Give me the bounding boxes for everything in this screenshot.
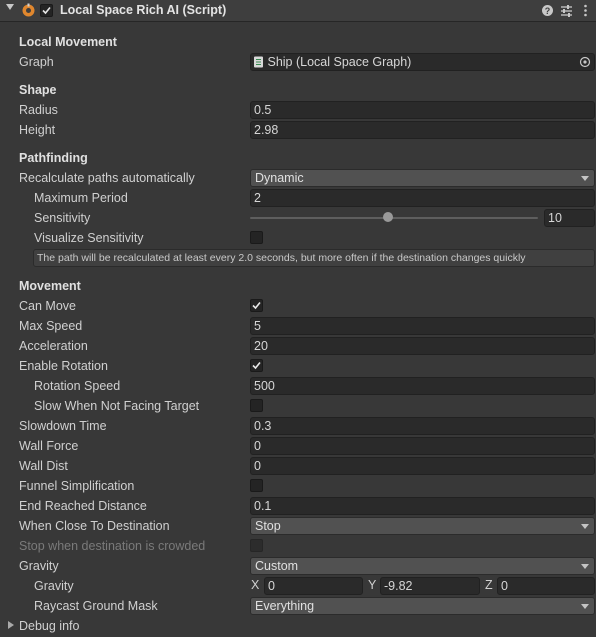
slow-not-facing-checkbox[interactable] — [250, 399, 263, 412]
raycast-ground-mask-dropdown[interactable]: Everything — [250, 597, 595, 615]
section-movement: Movement — [19, 279, 81, 293]
gravity-z-field[interactable]: 0 — [497, 577, 595, 595]
dropdown-arrow-icon — [581, 604, 589, 609]
help-box: The path will be recalculated at least e… — [33, 249, 595, 267]
graph-object-field[interactable]: Ship (Local Space Graph) — [250, 53, 595, 71]
wall-dist-label: Wall Dist — [19, 459, 68, 473]
slow-not-facing-label: Slow When Not Facing Target — [34, 399, 200, 413]
gravity-mode-value: Custom — [255, 559, 299, 573]
presets-icon[interactable] — [560, 4, 573, 17]
can-move-label: Can Move — [19, 299, 76, 313]
sensitivity-slider-track[interactable] — [250, 217, 538, 219]
visualize-sensitivity-label: Visualize Sensitivity — [34, 231, 144, 245]
recalculate-label: Recalculate paths automatically — [19, 171, 195, 185]
visualize-sensitivity-checkbox[interactable] — [250, 231, 263, 244]
sensitivity-label: Sensitivity — [34, 211, 91, 225]
section-pathfinding: Pathfinding — [19, 151, 88, 165]
gravity-mode-label: Gravity — [19, 559, 59, 573]
slowdown-time-label: Slowdown Time — [19, 419, 107, 433]
end-reached-distance-label: End Reached Distance — [19, 499, 147, 513]
can-move-checkbox[interactable] — [250, 299, 263, 312]
section-shape: Shape — [19, 83, 57, 97]
funnel-simplification-checkbox[interactable] — [250, 479, 263, 492]
gravity-y-field[interactable]: -9.82 — [380, 577, 480, 595]
stop-when-crowded-label: Stop when destination is crowded — [19, 539, 206, 553]
maximum-period-field[interactable]: 2 — [250, 189, 595, 207]
wall-dist-field[interactable]: 0 — [250, 457, 595, 475]
foldout-arrow-icon[interactable] — [6, 4, 14, 10]
enable-rotation-label: Enable Rotation — [19, 359, 108, 373]
svg-text:?: ? — [545, 6, 551, 16]
height-label: Height — [19, 123, 56, 137]
section-local-movement: Local Movement — [19, 35, 117, 49]
wall-force-label: Wall Force — [19, 439, 79, 453]
debug-foldout-icon[interactable] — [8, 621, 14, 629]
dropdown-arrow-icon — [581, 564, 589, 569]
dropdown-arrow-icon — [581, 524, 589, 529]
sensitivity-slider-thumb[interactable] — [383, 212, 393, 222]
help-icon[interactable]: ? — [541, 4, 554, 17]
recalculate-value: Dynamic — [255, 171, 304, 185]
maximum-period-label: Maximum Period — [34, 191, 128, 205]
debug-info-foldout[interactable]: Debug info — [19, 619, 79, 633]
component-enabled-checkbox[interactable] — [40, 4, 53, 17]
radius-field[interactable]: 0.5 — [250, 101, 595, 119]
dropdown-arrow-icon — [581, 176, 589, 181]
raycast-ground-mask-value: Everything — [255, 599, 315, 613]
gravity-vector-label: Gravity — [34, 579, 74, 593]
slowdown-time-field[interactable]: 0.3 — [250, 417, 595, 435]
recalculate-dropdown[interactable]: Dynamic — [250, 169, 595, 187]
height-field[interactable]: 2.98 — [250, 121, 595, 139]
enable-rotation-checkbox[interactable] — [250, 359, 263, 372]
gravity-y-label: Y — [368, 578, 377, 592]
gravity-x-label: X — [251, 578, 260, 592]
close-to-destination-label: When Close To Destination — [19, 519, 170, 533]
close-to-destination-dropdown[interactable]: Stop — [250, 517, 595, 535]
gravity-mode-dropdown[interactable]: Custom — [250, 557, 595, 575]
script-component-icon — [22, 3, 35, 17]
rotation-speed-label: Rotation Speed — [34, 379, 121, 393]
stop-when-crowded-checkbox — [250, 539, 263, 552]
graph-value: Ship (Local Space Graph) — [267, 55, 412, 69]
acceleration-label: Acceleration — [19, 339, 88, 353]
raycast-ground-mask-label: Raycast Ground Mask — [34, 599, 158, 613]
rotation-speed-field[interactable]: 500 — [250, 377, 595, 395]
end-reached-distance-field[interactable]: 0.1 — [250, 497, 595, 515]
sensitivity-field[interactable]: 10 — [544, 209, 595, 227]
max-speed-field[interactable]: 5 — [250, 317, 595, 335]
funnel-simplification-label: Funnel Simplification — [19, 479, 135, 493]
gravity-x-field[interactable]: 0 — [264, 577, 363, 595]
graph-asset-icon — [254, 56, 263, 68]
object-picker-icon[interactable] — [579, 56, 591, 68]
component-header: Local Space Rich AI (Script) ? — [0, 0, 596, 22]
close-to-destination-value: Stop — [255, 519, 281, 533]
wall-force-field[interactable]: 0 — [250, 437, 595, 455]
graph-label: Graph — [19, 55, 54, 69]
gravity-z-label: Z — [485, 578, 493, 592]
component-title: Local Space Rich AI (Script) — [60, 3, 227, 17]
radius-label: Radius — [19, 103, 58, 117]
more-icon[interactable] — [579, 4, 592, 17]
max-speed-label: Max Speed — [19, 319, 83, 333]
acceleration-field[interactable]: 20 — [250, 337, 595, 355]
